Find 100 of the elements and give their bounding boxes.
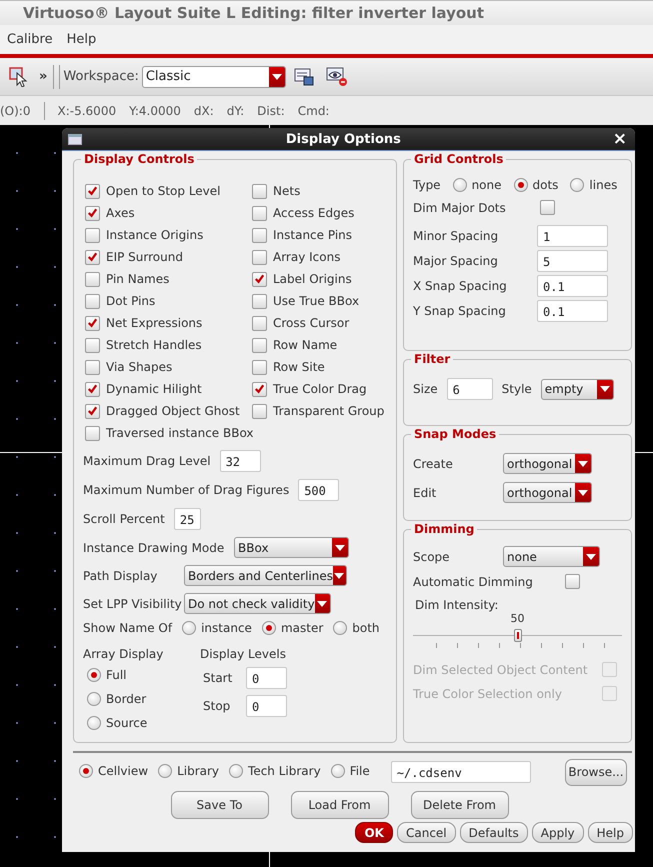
checkbox[interactable] bbox=[85, 294, 100, 308]
checkbox[interactable] bbox=[85, 250, 100, 264]
radio-button[interactable] bbox=[570, 178, 584, 192]
checkbox[interactable] bbox=[252, 382, 267, 396]
radio-button[interactable] bbox=[182, 621, 196, 635]
checkbox-label: Net Expressions bbox=[106, 316, 202, 330]
window-disk-icon[interactable] bbox=[294, 68, 314, 86]
dropdown[interactable]: Borders and Centerlines bbox=[184, 565, 347, 586]
checkbox[interactable] bbox=[252, 338, 267, 352]
pointer-icon[interactable] bbox=[9, 66, 29, 86]
input-field[interactable]: 6 bbox=[446, 378, 493, 400]
checkbox[interactable] bbox=[85, 338, 100, 352]
radio-button[interactable] bbox=[262, 621, 276, 635]
section-label: Array Display bbox=[83, 647, 164, 661]
input-field[interactable]: ~/.cdsenv bbox=[390, 761, 531, 783]
radio-button[interactable] bbox=[229, 764, 244, 778]
checkbox-label: EIP Surround bbox=[106, 250, 183, 264]
status-text: dY: bbox=[226, 104, 244, 118]
checkbox[interactable] bbox=[252, 250, 267, 264]
checkbox[interactable] bbox=[252, 404, 267, 418]
radio-button[interactable] bbox=[87, 716, 101, 730]
checkbox-label: Instance Pins bbox=[273, 228, 352, 242]
close-button[interactable]: × bbox=[604, 129, 635, 149]
checkbox[interactable] bbox=[85, 184, 100, 198]
checkbox[interactable] bbox=[252, 316, 267, 330]
radio-button[interactable] bbox=[514, 178, 528, 192]
radio-button[interactable] bbox=[87, 668, 101, 682]
radio-button[interactable] bbox=[87, 692, 101, 706]
dropdown[interactable]: orthogonal bbox=[503, 453, 592, 474]
group-title: Snap Modes bbox=[414, 427, 496, 441]
radio-label: lines bbox=[589, 178, 618, 192]
checkbox-label: Access Edges bbox=[273, 206, 354, 220]
input-field[interactable]: 500 bbox=[298, 479, 340, 501]
dropdown[interactable]: Do not check validity bbox=[184, 593, 331, 614]
input-field[interactable]: 0.1 bbox=[537, 300, 608, 322]
input-field[interactable]: 5 bbox=[537, 250, 608, 272]
overflow-button[interactable]: » bbox=[39, 69, 48, 84]
browse-button[interactable]: Browse... bbox=[565, 758, 627, 786]
checkbox[interactable] bbox=[252, 228, 267, 242]
radio-label: Source bbox=[106, 716, 148, 730]
field-label: Size bbox=[413, 382, 438, 396]
checkbox-label: True Color Selection only bbox=[413, 686, 563, 700]
checkbox[interactable] bbox=[85, 360, 100, 374]
menu-item[interactable]: Calibre bbox=[7, 32, 53, 47]
radio-button[interactable] bbox=[330, 764, 345, 778]
checkbox[interactable] bbox=[252, 272, 267, 286]
workspace-label: Workspace: bbox=[63, 69, 139, 84]
checkbox-label: Automatic Dimming bbox=[413, 574, 534, 588]
input-field[interactable]: 0 bbox=[246, 695, 287, 717]
checkbox[interactable] bbox=[252, 184, 267, 198]
checkbox-label: Open to Stop Level bbox=[106, 184, 220, 198]
action-button[interactable]: Delete From bbox=[410, 791, 508, 819]
input-field[interactable]: 0 bbox=[246, 667, 287, 689]
checkbox[interactable] bbox=[85, 382, 100, 396]
caret-icon bbox=[335, 544, 345, 550]
checkbox[interactable] bbox=[85, 272, 100, 286]
ok-button[interactable]: OK bbox=[355, 822, 393, 843]
radio-label: Tech Library bbox=[248, 764, 321, 778]
checkbox[interactable] bbox=[252, 294, 267, 308]
checkbox[interactable] bbox=[252, 360, 267, 374]
caret-icon bbox=[334, 572, 344, 578]
group-title: Grid Controls bbox=[414, 152, 504, 166]
radio-label: Border bbox=[106, 692, 146, 706]
dropdown[interactable]: none bbox=[503, 546, 600, 567]
radio-button[interactable] bbox=[452, 178, 467, 192]
field-label: Scroll Percent bbox=[83, 512, 165, 526]
intensity-slider[interactable] bbox=[413, 626, 622, 648]
monitor-eye-icon[interactable] bbox=[326, 66, 348, 86]
input-field[interactable]: 32 bbox=[220, 450, 261, 472]
dialog-button[interactable]: Help bbox=[588, 822, 633, 843]
dropdown[interactable]: empty bbox=[540, 378, 614, 400]
dialog-button[interactable]: Apply bbox=[532, 822, 584, 843]
field-label: Instance Drawing Mode bbox=[83, 540, 226, 554]
dialog-button[interactable]: Cancel bbox=[396, 822, 456, 843]
menu-item[interactable]: Help bbox=[66, 32, 96, 47]
dropdown[interactable]: BBox bbox=[234, 537, 349, 558]
action-button[interactable]: Load From bbox=[290, 791, 388, 819]
checkbox[interactable] bbox=[85, 404, 100, 418]
input-field[interactable]: 25 bbox=[174, 508, 201, 530]
dropdown[interactable]: orthogonal bbox=[503, 482, 592, 503]
field-label: Maximum Number of Drag Figures bbox=[83, 483, 290, 497]
dialog-button[interactable]: Defaults bbox=[460, 822, 528, 843]
checkbox[interactable] bbox=[85, 426, 100, 440]
checkbox[interactable] bbox=[85, 206, 100, 220]
action-button[interactable]: Save To bbox=[170, 791, 268, 819]
radio-button[interactable] bbox=[79, 764, 93, 778]
input-field[interactable]: 0.1 bbox=[537, 275, 608, 297]
checkbox[interactable] bbox=[85, 316, 100, 330]
caret-icon bbox=[586, 554, 596, 560]
caret-icon bbox=[578, 490, 588, 496]
checkbox[interactable] bbox=[252, 206, 267, 220]
checkbox[interactable] bbox=[565, 574, 580, 589]
group-title: Display Controls bbox=[84, 152, 194, 166]
workspace-dropdown[interactable]: Classic bbox=[142, 66, 286, 88]
input-field[interactable]: 1 bbox=[537, 225, 608, 247]
checkbox[interactable] bbox=[85, 228, 100, 242]
radio-button[interactable] bbox=[333, 621, 348, 635]
radio-button[interactable] bbox=[158, 764, 172, 778]
radio-label: master bbox=[280, 621, 324, 635]
checkbox[interactable] bbox=[540, 200, 555, 215]
